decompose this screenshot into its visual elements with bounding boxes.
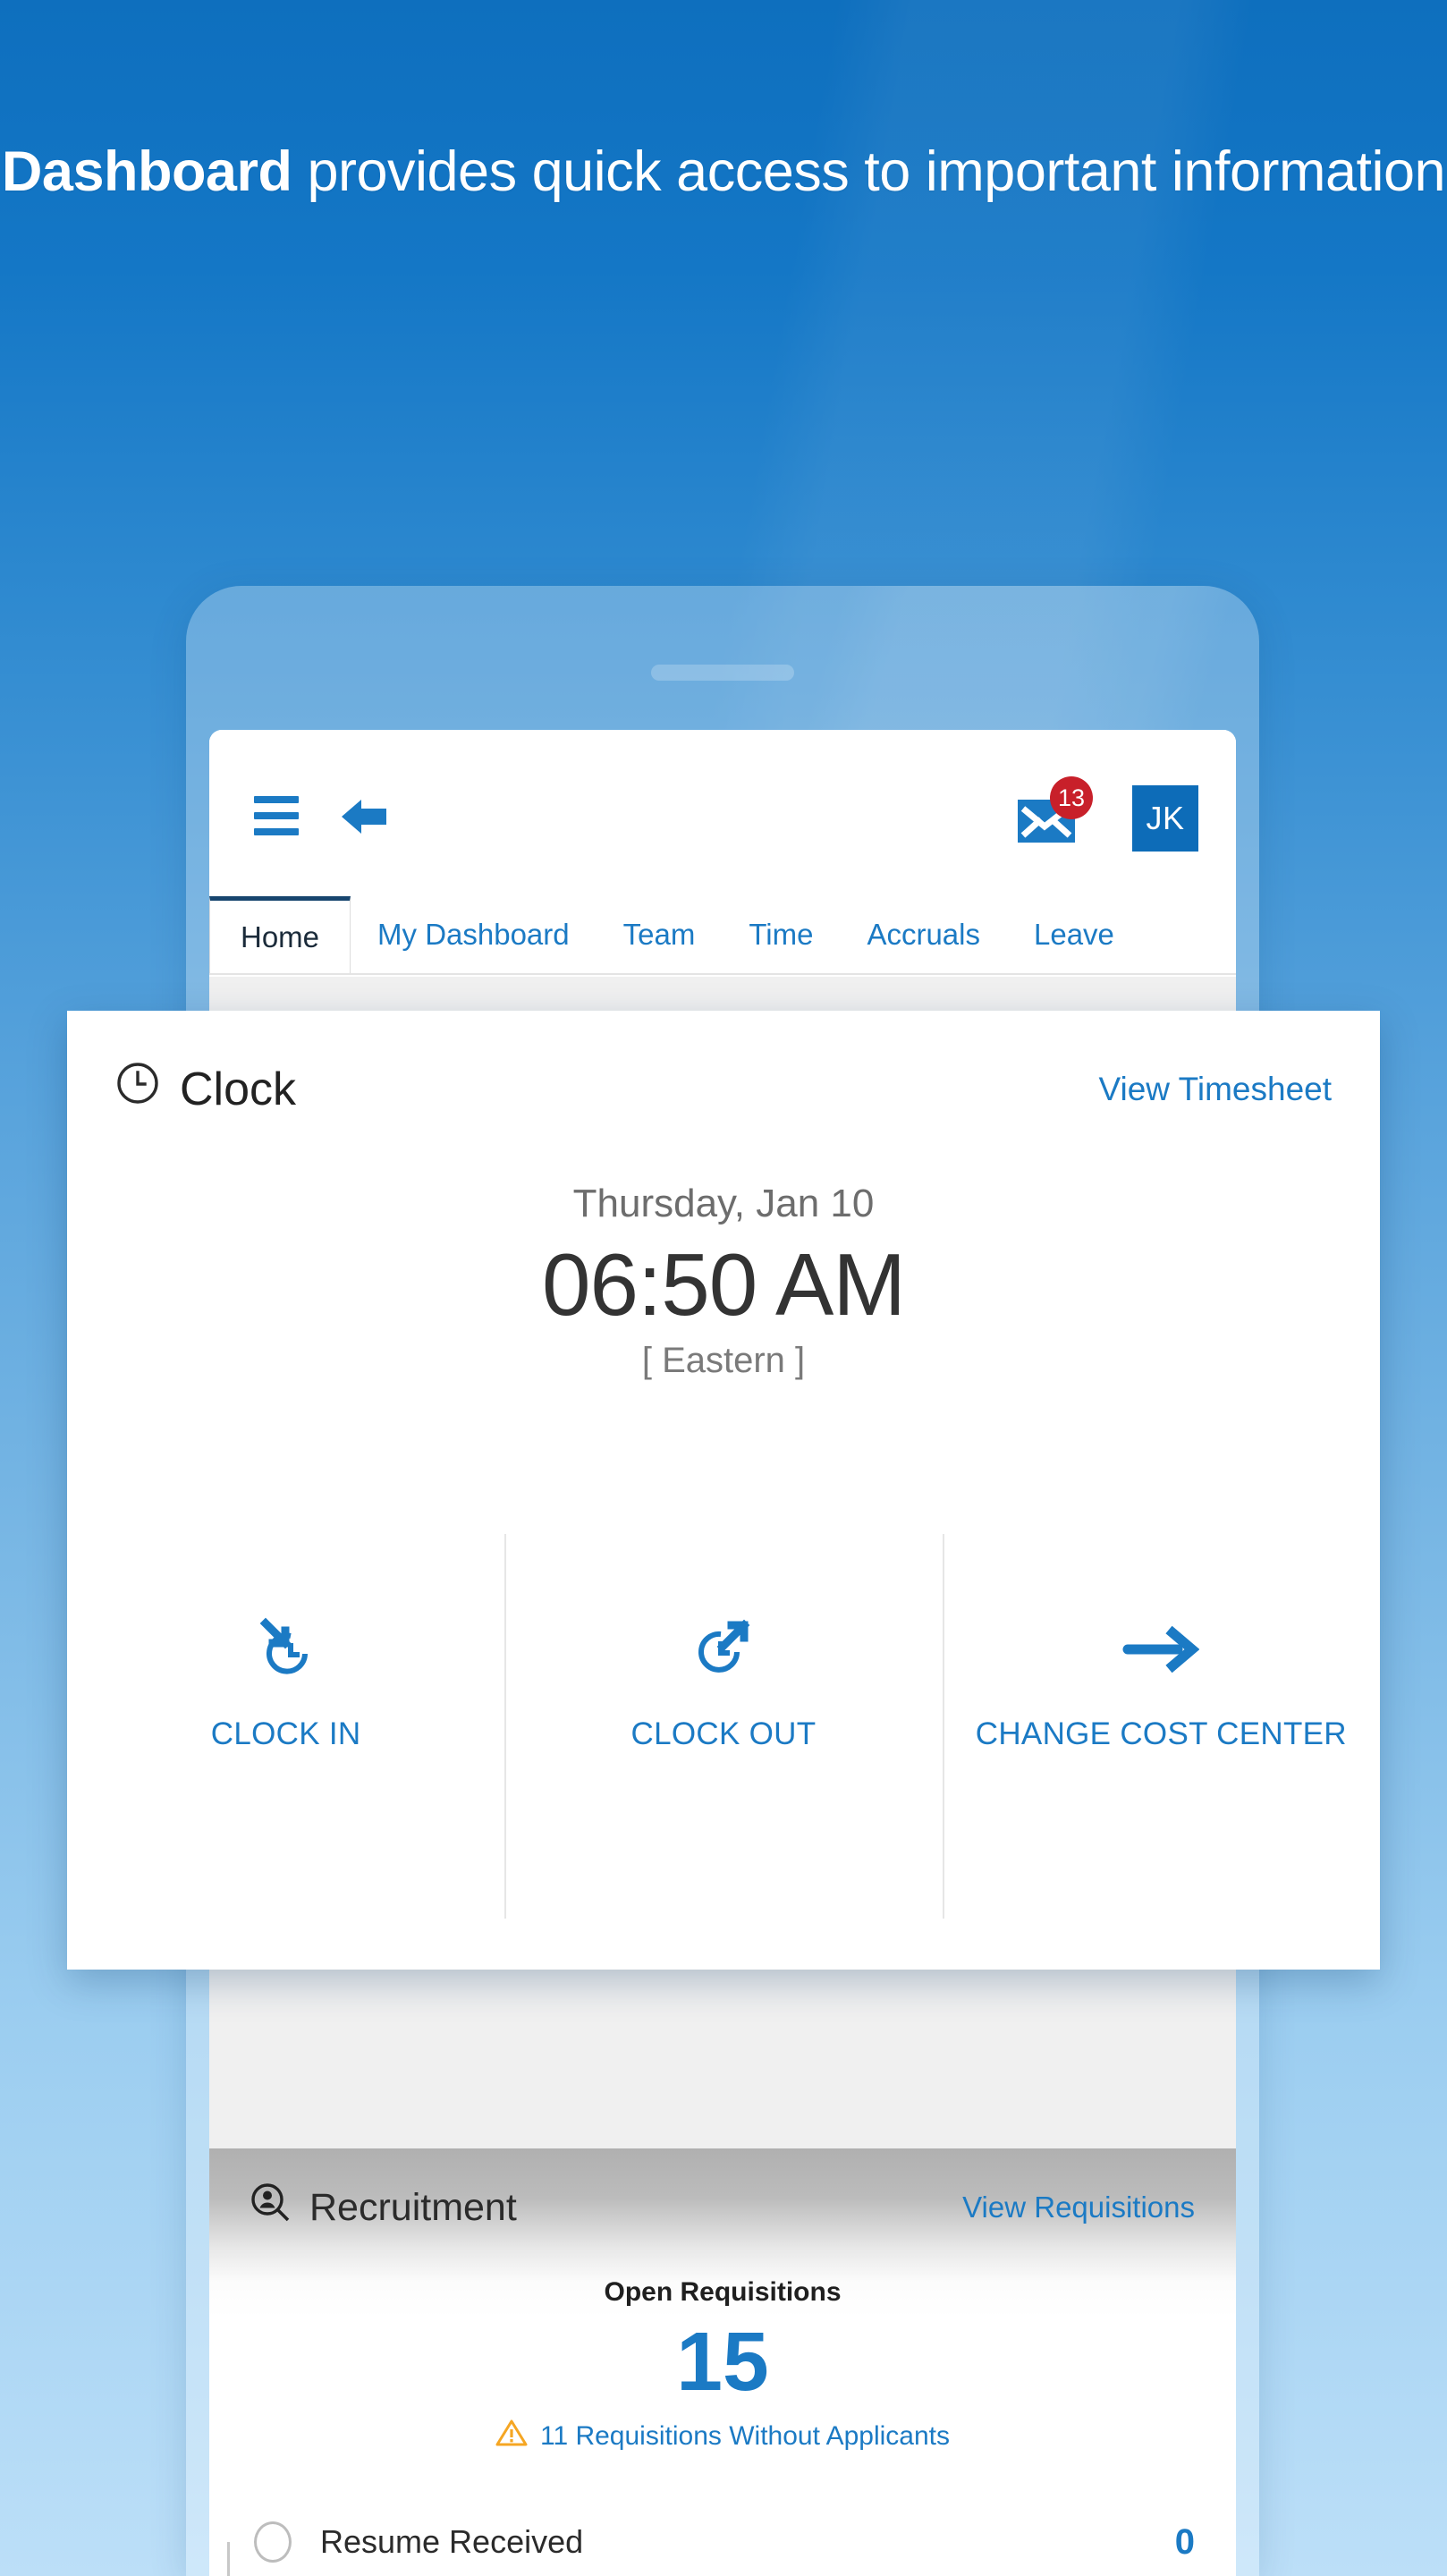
tab-accruals[interactable]: Accruals [840, 896, 1007, 973]
headline-bold: Dashboard [1, 140, 292, 203]
recruitment-title: Recruitment [250, 2182, 517, 2233]
clock-out-icon [687, 1611, 760, 1688]
phone-speaker [651, 665, 794, 681]
clock-in-label: CLOCK IN [210, 1716, 361, 1751]
clock-actions: CLOCK IN CLOCK OUT CHANGE COST CENTER [67, 1534, 1380, 1928]
open-requisitions-value: 15 [676, 2315, 769, 2408]
requisitions-warning-text: 11 Requisitions Without Applicants [539, 2421, 951, 2451]
clock-card: Clock View Timesheet Thursday, Jan 10 06… [67, 1011, 1380, 1970]
change-cost-center-button[interactable]: CHANGE COST CENTER [942, 1534, 1380, 1928]
recruitment-pipeline: Resume Received 0 Screen Candidate 0 [209, 2494, 1236, 2576]
warning-triangle-svg [495, 2419, 528, 2446]
clock-icon [115, 1061, 160, 1117]
clock-in-icon [250, 1611, 323, 1688]
messages-badge: 13 [1050, 776, 1093, 819]
clock-title-text: Clock [180, 1063, 297, 1115]
clock-title: Clock [115, 1061, 296, 1117]
clock-in-button[interactable]: CLOCK IN [67, 1534, 504, 1928]
pipeline-row-resume-received[interactable]: Resume Received 0 [254, 2494, 1195, 2576]
tab-home[interactable]: Home [209, 896, 351, 973]
app-header: 13 JK [209, 730, 1236, 896]
clock-out-svg [698, 1619, 750, 1673]
pipeline-connector [227, 2542, 230, 2576]
tab-time[interactable]: Time [722, 896, 840, 973]
back-arrow-icon[interactable] [334, 794, 390, 839]
view-requisitions-link[interactable]: View Requisitions [962, 2190, 1195, 2224]
person-search-svg [251, 2182, 290, 2221]
messages-button[interactable]: 13 [1018, 776, 1093, 843]
warning-triangle-icon [495, 2419, 528, 2454]
tab-team[interactable]: Team [597, 896, 723, 973]
arrow-right-svg [1122, 1625, 1200, 1674]
back-arrow-svg [342, 800, 386, 834]
clock-svg [117, 1063, 158, 1104]
clock-in-svg [259, 1617, 308, 1674]
clock-timezone: [ Eastern ] [641, 1341, 806, 1380]
headline-rest: provides quick access to important infor… [292, 140, 1446, 203]
tab-overflow-fade [1138, 896, 1236, 973]
clock-out-button[interactable]: CLOCK OUT [504, 1534, 942, 1928]
tab-leave[interactable]: Leave [1007, 896, 1141, 973]
clock-time: 06:50 AM [541, 1235, 906, 1334]
clock-date: Thursday, Jan 10 [572, 1182, 875, 1225]
person-search-icon [250, 2182, 292, 2233]
avatar[interactable]: JK [1132, 785, 1198, 852]
clock-header: Clock View Timesheet [67, 1011, 1380, 1117]
page-headline: Dashboard provides quick access to impor… [0, 136, 1447, 208]
pipeline-dot-icon [254, 2521, 292, 2563]
recruitment-header: Recruitment View Requisitions [209, 2148, 1236, 2267]
hamburger-icon[interactable] [254, 796, 299, 835]
clock-out-label: CLOCK OUT [630, 1716, 817, 1751]
recruitment-title-text: Recruitment [309, 2185, 517, 2229]
requisitions-warning[interactable]: 11 Requisitions Without Applicants [209, 2419, 1236, 2454]
tab-my-dashboard[interactable]: My Dashboard [351, 896, 597, 973]
pipeline-value: 0 [1174, 2521, 1195, 2562]
tab-bar[interactable]: Home My Dashboard Team Time Accruals Lea… [209, 896, 1236, 975]
recruitment-card: Recruitment View Requisitions Open Requi… [209, 2148, 1236, 2576]
arrow-right-icon [1122, 1611, 1200, 1688]
change-cost-center-label: CHANGE COST CENTER [975, 1716, 1347, 1751]
view-timesheet-link[interactable]: View Timesheet [1099, 1071, 1333, 1108]
pipeline-label: Resume Received [320, 2523, 584, 2560]
open-requisitions-label: Open Requisitions [604, 2277, 842, 2307]
